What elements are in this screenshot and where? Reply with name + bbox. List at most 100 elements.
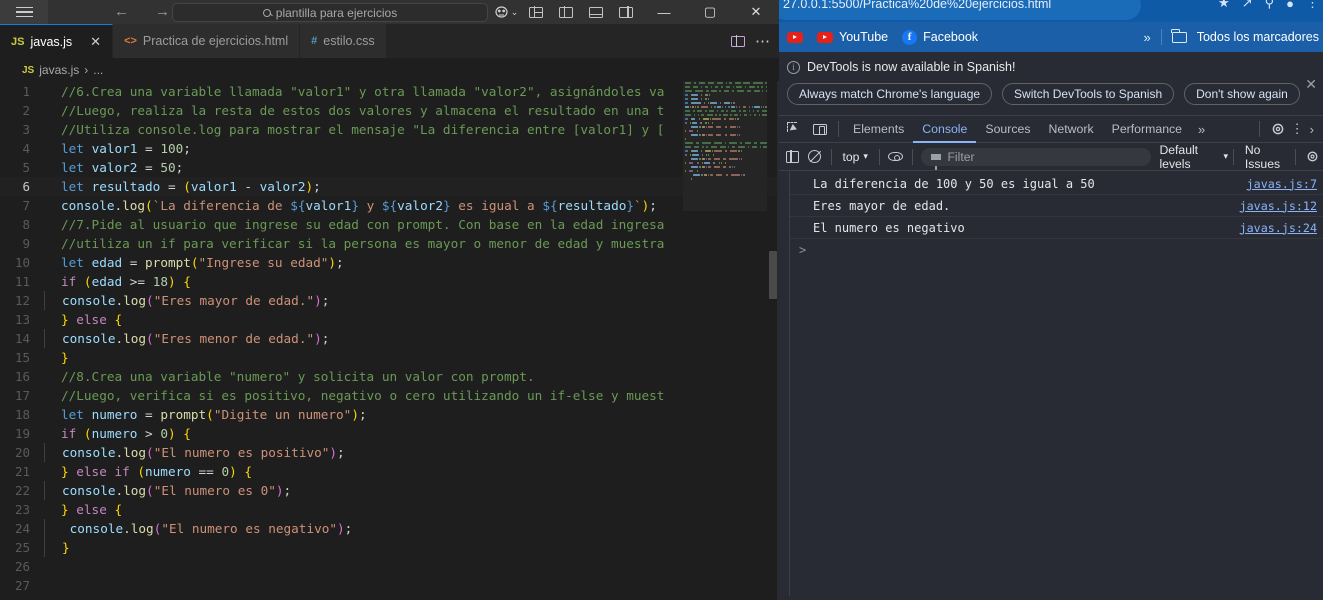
close-icon[interactable]: ✕ xyxy=(90,35,101,48)
code-line[interactable]: 20 console.log("El numero es positivo"); xyxy=(0,443,779,462)
code-line[interactable]: 4 let valor1 = 100; xyxy=(0,139,779,158)
console-settings-icon[interactable] xyxy=(1301,144,1323,170)
breadcrumb-file[interactable]: javas.js xyxy=(39,63,79,77)
gear-icon[interactable] xyxy=(1265,116,1291,142)
console-log-row[interactable]: El numero es negativo javas.js:24 xyxy=(789,217,1323,239)
toggle-primary-sidebar-icon[interactable] xyxy=(551,0,581,24)
code-line[interactable]: 11 if (edad >= 18) { xyxy=(0,272,779,291)
menu-icon[interactable] xyxy=(0,0,48,24)
close-icon[interactable]: ✕ xyxy=(1305,76,1317,93)
code-line[interactable]: 14 console.log("Eres menor de edad."); xyxy=(0,329,779,348)
profile-avatar[interactable]: ● xyxy=(1286,0,1294,11)
code-text: if (numero > 0) { xyxy=(61,426,191,441)
code-line[interactable]: 26 xyxy=(0,557,779,576)
forward-arrow-icon[interactable]: → xyxy=(155,4,170,19)
extensions-icon[interactable]: ⚲ xyxy=(1265,0,1275,11)
bookmark-facebook[interactable]: f Facebook xyxy=(902,29,978,45)
code-line[interactable]: 22 console.log("El numero es 0"); xyxy=(0,481,779,500)
code-line[interactable]: 18 let numero = prompt("Digite un numero"… xyxy=(0,405,779,424)
toggle-secondary-sidebar-icon[interactable] xyxy=(611,0,641,24)
device-toolbar-icon[interactable] xyxy=(807,116,833,142)
tab-elements[interactable]: Elements xyxy=(844,116,913,143)
tab-performance[interactable]: Performance xyxy=(1103,116,1191,143)
log-levels-selector[interactable]: Default levels ▾ xyxy=(1159,143,1228,171)
code-editor[interactable]: 1 //6.Crea una variable llamada "valor1" … xyxy=(0,81,779,600)
log-source-link[interactable]: javas.js:7 xyxy=(1247,177,1317,191)
code-line[interactable]: 16 //8.Crea una variable "numero" y solic… xyxy=(0,367,779,386)
switch-to-spanish-button[interactable]: Switch DevTools to Spanish xyxy=(1002,83,1175,105)
more-tabs-icon[interactable]: » xyxy=(1191,122,1212,137)
clear-console-icon[interactable] xyxy=(804,144,826,170)
close-window-button[interactable]: ✕ xyxy=(733,0,779,24)
log-source-link[interactable]: javas.js:12 xyxy=(1240,199,1317,213)
dont-show-again-button[interactable]: Don't show again xyxy=(1184,83,1300,105)
share-icon[interactable]: ↗ xyxy=(1242,0,1253,11)
bookmarks-overflow-icon[interactable]: » xyxy=(1143,30,1150,45)
bookmark-star-icon[interactable]: ★ xyxy=(1218,0,1230,11)
tab-sources[interactable]: Sources xyxy=(976,116,1039,143)
close-devtools-icon[interactable]: › xyxy=(1303,122,1321,137)
minimap-slider[interactable] xyxy=(683,81,767,211)
issues-button[interactable]: No Issues xyxy=(1245,143,1290,171)
tab-estilo-css[interactable]: # estilo.css xyxy=(300,24,387,58)
execution-context-selector[interactable]: top ▾ xyxy=(836,150,873,164)
browser-menu-icon[interactable]: ⋮ xyxy=(1306,0,1319,11)
more-options-icon[interactable]: ⋮ xyxy=(1291,122,1304,135)
console-prompt[interactable]: > xyxy=(789,239,1323,261)
more-actions-icon[interactable]: ⋯ xyxy=(755,32,771,50)
remote-indicator-icon[interactable]: ⌄ xyxy=(491,0,521,24)
code-line[interactable]: 15} xyxy=(0,348,779,367)
code-line[interactable]: 8 //7.Pide al usuario que ingrese su edad… xyxy=(0,215,779,234)
maximize-button[interactable]: ▢ xyxy=(687,0,733,24)
code-line[interactable]: 2 //Luego, realiza la resta de estos dos … xyxy=(0,101,779,120)
bookmark-youtube-favicon[interactable] xyxy=(787,31,803,43)
code-line[interactable]: 5 let valor2 = 50; xyxy=(0,158,779,177)
inspect-element-icon[interactable] xyxy=(781,116,807,142)
log-source-link[interactable]: javas.js:24 xyxy=(1240,221,1317,235)
code-line[interactable]: 1 //6.Crea una variable llamada "valor1" … xyxy=(0,82,779,101)
back-arrow-icon[interactable]: ← xyxy=(114,4,129,19)
tab-network[interactable]: Network xyxy=(1040,116,1103,143)
url-text[interactable]: 27.0.0.1:5500/Practica%20de%20ejercicios… xyxy=(783,0,1051,11)
code-line[interactable]: 13} else { xyxy=(0,310,779,329)
code-line[interactable]: 25} xyxy=(0,538,779,557)
console-sidebar-icon[interactable] xyxy=(782,144,804,170)
code-line[interactable]: 27 xyxy=(0,576,779,595)
line-number: 13 xyxy=(14,312,30,327)
code-line[interactable]: 10 let edad = prompt("Ingrese su edad"); xyxy=(0,253,779,272)
editor-minimap[interactable] xyxy=(683,81,768,600)
folder-icon xyxy=(1171,28,1187,43)
code-line[interactable]: 24 console.log("El numero es negativo"); xyxy=(0,519,779,538)
log-message: El numero es negativo xyxy=(813,220,965,235)
tab-console[interactable]: Console xyxy=(913,116,977,143)
editor-scrollbar-thumb[interactable] xyxy=(769,251,777,299)
tab-practica-de-ejercicios-html[interactable]: <> Practica de ejercicios.html xyxy=(113,24,301,58)
live-expression-icon[interactable] xyxy=(885,144,907,170)
code-line[interactable]: 21} else if (numero == 0) { xyxy=(0,462,779,481)
toggle-panel-icon[interactable] xyxy=(581,0,611,24)
code-line[interactable]: 9 //utiliza un if para verificar si la pe… xyxy=(0,234,779,253)
console-output[interactable]: La diferencia de 100 y 50 es igual a 50 j… xyxy=(779,171,1323,596)
customize-layout-icon[interactable] xyxy=(521,0,551,24)
code-line[interactable]: 12 console.log("Eres mayor de edad."); xyxy=(0,291,779,310)
code-line[interactable]: 23} else { xyxy=(0,500,779,519)
console-log-row[interactable]: La diferencia de 100 y 50 es igual a 50 j… xyxy=(789,173,1323,195)
all-bookmarks-label[interactable]: Todos los marcadores xyxy=(1197,30,1319,44)
tab-javas-js[interactable]: JS javas.js ✕ xyxy=(0,24,114,58)
minimize-button[interactable]: — xyxy=(641,0,687,24)
code-line[interactable]: 19 if (numero > 0) { xyxy=(0,424,779,443)
line-number: 17 xyxy=(14,388,30,403)
code-line[interactable]: 6 let resultado = (valor1 - valor2); xyxy=(0,177,779,196)
breadcrumb[interactable]: JS javas.js › ... xyxy=(0,59,779,81)
breadcrumb-rest[interactable]: ... xyxy=(93,63,103,77)
filter-input[interactable]: Filter xyxy=(921,147,1152,170)
code-line[interactable]: 17 //Luego, verifica si es positivo, nega… xyxy=(0,386,779,405)
always-match-language-button[interactable]: Always match Chrome's language xyxy=(787,83,993,105)
code-line[interactable]: 7 console.log(`La diferencia de ${valor1}… xyxy=(0,196,779,215)
search-input[interactable]: plantilla para ejercicios xyxy=(172,3,488,22)
code-line[interactable]: 3 //Utiliza console.log para mostrar el m… xyxy=(0,120,779,139)
bookmark-youtube[interactable]: YouTube xyxy=(817,30,888,44)
split-editor-icon[interactable] xyxy=(731,35,745,47)
console-log-row[interactable]: Eres mayor de edad. javas.js:12 xyxy=(789,195,1323,217)
breadcrumb-separator: › xyxy=(84,63,89,77)
